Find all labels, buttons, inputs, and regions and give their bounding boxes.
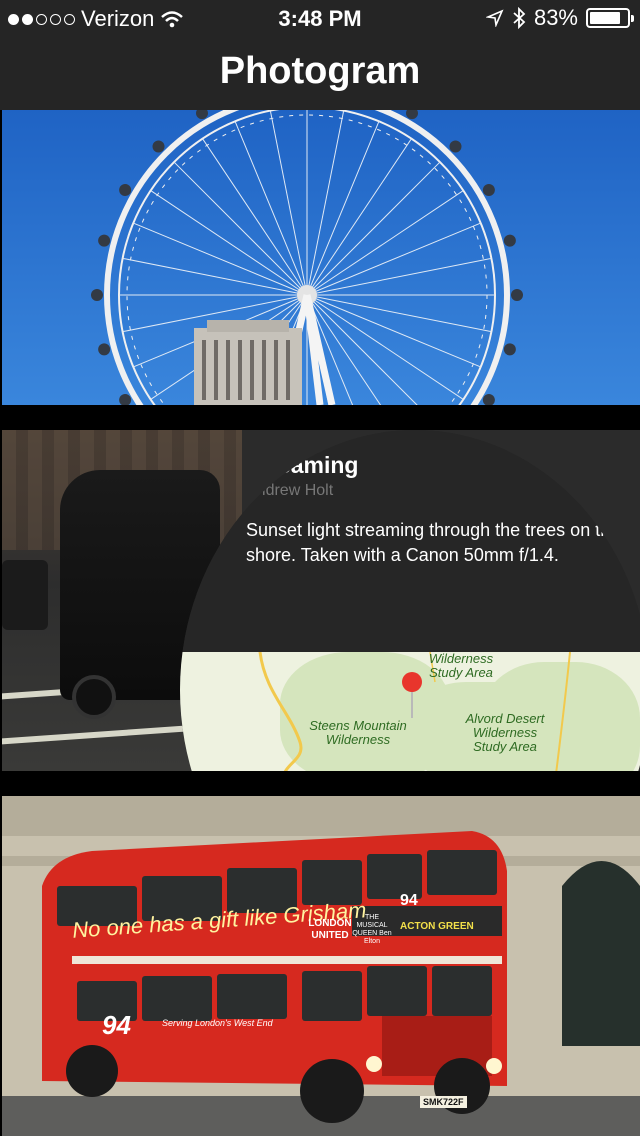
bus-side-text: Serving London's West End xyxy=(162,1018,273,1028)
ferris-wheel-pod xyxy=(482,184,495,196)
bus-operator-text: LONDON UNITED xyxy=(308,918,352,941)
ferris-wheel-pod xyxy=(511,289,523,301)
ferris-wheel-pod xyxy=(482,394,495,405)
bus-route-number: 94 xyxy=(400,892,418,909)
ferris-wheel-pod xyxy=(503,234,516,247)
ferris-wheel-image xyxy=(91,110,523,405)
ferris-wheel-pod xyxy=(119,184,132,196)
ferris-wheel-pod xyxy=(98,234,111,247)
map-roads xyxy=(258,652,571,771)
bus-show-text: THE MUSICAL QUEEN Ben Elton xyxy=(352,914,392,945)
photo-info-overlay: Wilderness Study Area Steens Mountain Wild… xyxy=(180,430,640,771)
photo-author[interactable]: Andrew Holt xyxy=(246,482,333,500)
map-pin-stem xyxy=(411,690,413,718)
location-map[interactable]: Wilderness Study Area Steens Mountain Wild… xyxy=(180,652,640,771)
ferris-wheel-pod xyxy=(503,343,516,356)
bus-side-route: 94 xyxy=(102,1010,131,1040)
photo-title: Streaming xyxy=(246,452,359,478)
photo-card-bus[interactable]: No one has a gift like Grisham LONDON UN… xyxy=(2,796,640,1136)
ferris-wheel-pod xyxy=(196,110,208,120)
app-title: Photogram xyxy=(219,50,421,92)
photo-card-streaming[interactable]: Wilderness Study Area Steens Mountain Wild… xyxy=(2,430,640,771)
battery-icon xyxy=(586,8,634,28)
ferris-wheel-pod xyxy=(91,289,103,301)
tower-building xyxy=(194,320,302,405)
ferris-wheel-pod xyxy=(119,394,132,405)
ferris-wheel-pod xyxy=(406,110,418,120)
bus-image xyxy=(2,796,640,1136)
location-arrow-icon xyxy=(485,9,504,27)
map-pin-icon[interactable] xyxy=(402,672,422,692)
bus-destination: ACTON GREEN xyxy=(397,920,477,933)
navigation-bar: Photogram xyxy=(0,40,640,110)
photo-card-ferris-wheel[interactable] xyxy=(2,110,640,405)
bluetooth-icon xyxy=(513,7,526,29)
status-bar: Verizon 3:48 PM 83% xyxy=(0,0,640,40)
bus-plate: SMK722F xyxy=(420,1096,467,1108)
battery-percent: 83% xyxy=(533,5,578,30)
ferris-wheel-pod xyxy=(449,140,462,153)
photo-description: Sunset light streaming through the trees… xyxy=(246,520,621,565)
ferris-wheel-pod xyxy=(98,343,111,356)
ferris-wheel-pod xyxy=(152,140,165,153)
